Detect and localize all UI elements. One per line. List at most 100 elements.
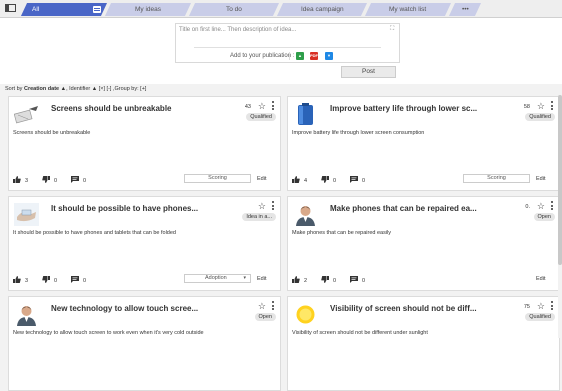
status-badge: Idea in a...: [242, 213, 276, 221]
idea-card[interactable]: Visibility of screen should not be diff.…: [287, 296, 560, 391]
status-field[interactable]: Scoring: [463, 174, 530, 183]
dislike-button[interactable]: 0: [321, 176, 336, 185]
idea-title[interactable]: Make phones that can be repaired ea...: [330, 204, 477, 213]
idea-title[interactable]: It should be possible to have phones...: [51, 204, 198, 213]
dislike-button[interactable]: 0: [42, 276, 57, 285]
card-footer: 3 0 0 Adoption ▾ Edit: [9, 274, 280, 284]
idea-thumbnail: [293, 203, 318, 226]
composer: Title on first line... Then description …: [0, 18, 562, 84]
idea-input[interactable]: Title on first line... Then description …: [179, 27, 296, 33]
more-vertical-icon[interactable]: [551, 101, 554, 111]
divider: [194, 47, 381, 48]
idea-description: Screens should be unbreakable: [13, 130, 91, 136]
card-footer: 2 0 0 Edit: [288, 274, 559, 284]
edit-link[interactable]: Edit: [536, 176, 545, 182]
expand-icon[interactable]: ⛶: [390, 26, 396, 32]
tab-to-do[interactable]: To do: [188, 3, 280, 16]
star-icon[interactable]: ☆: [258, 301, 266, 312]
comment-icon: [350, 276, 358, 285]
more-vertical-icon[interactable]: [272, 201, 275, 211]
scrollbar-thumb[interactable]: [558, 95, 562, 265]
comment-icon: [71, 276, 79, 285]
edit-link[interactable]: Edit: [257, 176, 266, 182]
like-button[interactable]: 2: [292, 276, 307, 285]
thumbs-up-icon: [292, 276, 300, 285]
idea-card[interactable]: New technology to allow touch scree... ☆…: [8, 296, 281, 391]
star-icon[interactable]: ☆: [258, 201, 266, 212]
composer-box[interactable]: Title on first line... Then description …: [175, 23, 400, 63]
idea-title[interactable]: Screens should be unbreakable: [51, 104, 171, 113]
comments-button[interactable]: 0: [350, 276, 365, 285]
idea-score: 75: [523, 304, 530, 310]
publication-label: Add to your publication :: [230, 53, 295, 59]
status-badge: Qualified: [525, 313, 555, 321]
card-footer: 4 0 0 Scoring Edit: [288, 174, 559, 184]
status-badge: Open: [254, 313, 276, 321]
idea-card[interactable]: Make phones that can be repaired ea... 0…: [287, 196, 560, 291]
thumbs-up-icon: [13, 276, 21, 285]
status-badge: Qualified: [246, 113, 276, 121]
like-button[interactable]: 4: [292, 176, 307, 185]
idea-title[interactable]: Visibility of screen should not be diff.…: [330, 304, 477, 313]
idea-score: 0.: [525, 204, 530, 210]
like-button[interactable]: 3: [13, 176, 28, 185]
tab-my-ideas[interactable]: My ideas: [104, 3, 192, 16]
more-vertical-icon[interactable]: [551, 301, 554, 311]
idea-thumbnail: [293, 303, 318, 326]
status-field[interactable]: Scoring: [184, 174, 251, 183]
comment-icon: [350, 176, 358, 185]
edit-link[interactable]: Edit: [257, 276, 266, 282]
post-button[interactable]: Post: [341, 66, 396, 78]
sort-bar: Sort by Creation date ▲, Identifier ▲ [×…: [5, 86, 146, 92]
idea-description: Improve battery life through lower scree…: [292, 130, 425, 136]
idea-card[interactable]: It should be possible to have phones... …: [8, 196, 281, 291]
sort-options[interactable]: ▲, Identifier ▲ [×] [-] ,Group by: [+]: [61, 86, 147, 92]
tab-more[interactable]: •••: [448, 3, 482, 16]
image-attach-icon[interactable]: ▲: [296, 52, 304, 60]
sidebar-toggle-icon[interactable]: [5, 4, 16, 12]
idea-title[interactable]: Improve battery life through lower sc...: [330, 104, 477, 113]
tab-my-watch-list[interactable]: My watch list: [364, 3, 452, 16]
star-icon[interactable]: ☆: [537, 301, 545, 312]
status-badge: Open: [533, 213, 555, 221]
sort-field[interactable]: Creation date: [24, 86, 59, 92]
more-vertical-icon[interactable]: [272, 101, 275, 111]
tab-menu-icon[interactable]: [93, 6, 101, 13]
thumbs-down-icon: [42, 276, 50, 285]
idea-score: 58: [523, 104, 530, 110]
pdf-attach-icon[interactable]: PDF: [310, 52, 318, 60]
more-vertical-icon[interactable]: [551, 201, 554, 211]
idea-card[interactable]: Improve battery life through lower sc...…: [287, 96, 560, 191]
edit-link[interactable]: Edit: [536, 276, 545, 282]
more-vertical-icon[interactable]: [272, 301, 275, 311]
idea-title[interactable]: New technology to allow touch scree...: [51, 304, 198, 313]
idea-card[interactable]: Screens should be unbreakable 43 ☆ Quali…: [8, 96, 281, 191]
thumbs-up-icon: [13, 176, 21, 185]
idea-description: Make phones that can be repaired easily: [292, 230, 392, 236]
card-footer: 3 0 0 Scoring Edit: [9, 174, 280, 184]
idea-description: It should be possible to have phones and…: [13, 230, 176, 236]
thumbs-up-icon: [292, 176, 300, 185]
star-icon[interactable]: ☆: [537, 201, 545, 212]
file-attach-icon[interactable]: ▼: [325, 52, 333, 60]
idea-thumbnail: [14, 303, 39, 326]
like-button[interactable]: 3: [13, 276, 28, 285]
idea-score: 43: [244, 104, 251, 110]
idea-thumbnail: [14, 103, 39, 126]
status-select[interactable]: Adoption ▾: [184, 274, 251, 283]
tab-idea-campaign[interactable]: Idea campaign: [276, 3, 368, 16]
dislike-button[interactable]: 0: [321, 276, 336, 285]
tab-bar: All My ideas To do Idea campaign My watc…: [0, 0, 562, 18]
idea-thumbnail: [293, 103, 318, 126]
star-icon[interactable]: ☆: [537, 101, 545, 112]
dislike-button[interactable]: 0: [42, 176, 57, 185]
idea-description: New technology to allow touch screen to …: [13, 330, 204, 336]
divider: [289, 52, 290, 60]
thumbs-down-icon: [321, 176, 329, 185]
star-icon[interactable]: ☆: [258, 101, 266, 112]
comments-button[interactable]: 0: [350, 176, 365, 185]
comments-button[interactable]: 0: [71, 176, 86, 185]
thumbs-down-icon: [42, 176, 50, 185]
comments-button[interactable]: 0: [71, 276, 86, 285]
thumbs-down-icon: [321, 276, 329, 285]
